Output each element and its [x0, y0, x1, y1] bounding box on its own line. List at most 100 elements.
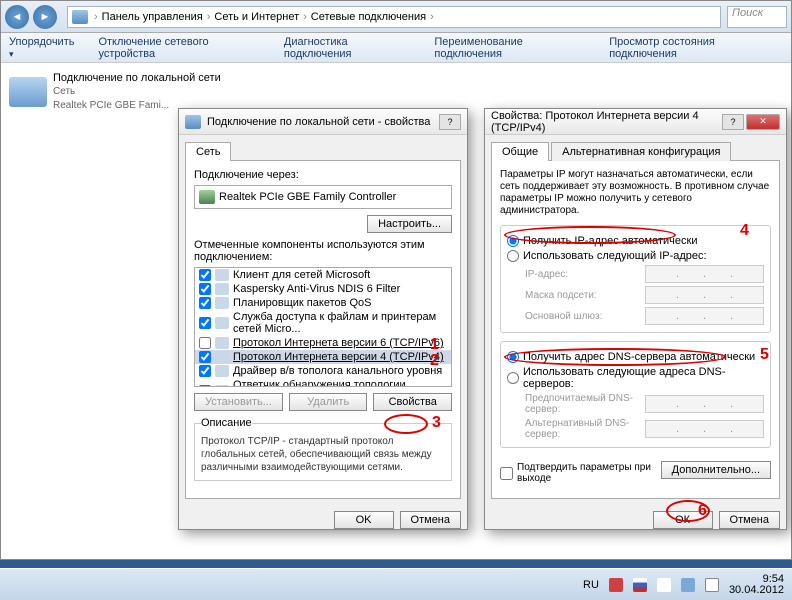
component-icon — [215, 351, 229, 363]
component-icon — [215, 365, 229, 377]
dns1-field: ... — [645, 395, 764, 413]
subnet-mask-field: ... — [645, 286, 764, 304]
help-button[interactable]: ? — [722, 114, 744, 130]
time: 9:54 — [729, 574, 784, 585]
toolbar-diagnose[interactable]: Диагностика подключения — [284, 36, 417, 60]
dialog-title: Свойства: Протокол Интернета версии 4 (T… — [491, 110, 722, 134]
advanced-button[interactable]: Дополнительно... — [661, 461, 771, 479]
cancel-button[interactable]: Отмена — [400, 511, 461, 529]
ok-button[interactable]: ОК — [653, 511, 713, 529]
component-checkbox[interactable] — [199, 269, 211, 281]
dns-group: Получить адрес DNS-сервера автоматически… — [500, 341, 771, 448]
gateway-label: Основной шлюз: — [525, 311, 645, 322]
dns2-field: ... — [645, 420, 764, 438]
component-icon — [215, 385, 229, 387]
ip-group: Получить IP-адрес автоматически Использо… — [500, 225, 771, 333]
tray-icon[interactable] — [657, 578, 671, 592]
connection-item[interactable]: Подключение по локальной сети Сеть Realt… — [9, 71, 783, 113]
help-button[interactable]: ? — [439, 114, 461, 130]
validate-checkbox[interactable] — [500, 467, 513, 480]
language-indicator[interactable]: RU — [583, 579, 599, 591]
install-button[interactable]: Установить... — [194, 393, 283, 411]
tab-alternate[interactable]: Альтернативная конфигурация — [551, 142, 731, 161]
description-heading: Описание — [201, 417, 252, 429]
taskbar[interactable]: RU 9:54 30.04.2012 — [0, 568, 792, 600]
list-item: Служба доступа к файлам и принтерам сете… — [195, 310, 451, 336]
dns2-label: Альтернативный DNS-сервер: — [525, 418, 645, 440]
radio-dns-auto[interactable] — [507, 351, 519, 363]
component-checkbox[interactable] — [199, 365, 211, 377]
component-icon — [215, 283, 229, 295]
ip-address-field: ... — [645, 265, 764, 283]
list-item: Ответчик обнаружения топологии канальног… — [195, 378, 451, 387]
nic-icon — [199, 190, 215, 204]
uninstall-button[interactable]: Удалить — [289, 393, 368, 411]
configure-button[interactable]: Настроить... — [367, 215, 452, 233]
component-checkbox[interactable] — [199, 283, 211, 295]
ok-button[interactable]: OK — [334, 511, 394, 529]
nav-bar: ◄ ► › Панель управления › Сеть и Интерне… — [1, 1, 791, 33]
gateway-field: ... — [645, 307, 764, 325]
component-checkbox[interactable] — [199, 297, 211, 309]
adapter-field: Realtek PCIe GBE Family Controller — [194, 185, 452, 209]
search-input[interactable]: Поиск — [727, 6, 787, 28]
volume-icon[interactable] — [705, 578, 719, 592]
component-icon — [215, 297, 229, 309]
close-button[interactable]: ✕ — [746, 114, 780, 130]
adapter-name: Realtek PCIe GBE Family Controller — [219, 191, 396, 203]
breadcrumb-part[interactable]: Панель управления — [102, 11, 203, 23]
component-checkbox[interactable] — [199, 351, 211, 363]
component-icon — [215, 269, 229, 281]
toolbar-disable[interactable]: Отключение сетевого устройства — [98, 36, 265, 60]
list-item-selected: Протокол Интернета версии 4 (TCP/IPv4) — [195, 350, 451, 364]
forward-button[interactable]: ► — [33, 5, 57, 29]
dialog-title: Подключение по локальной сети - свойства — [207, 116, 439, 128]
radio-dns-manual[interactable] — [507, 372, 519, 384]
radio-ip-manual[interactable] — [507, 250, 519, 262]
network-icon — [9, 77, 47, 107]
radio-ip-auto[interactable] — [507, 235, 519, 247]
list-item: Kaspersky Anti-Virus NDIS 6 Filter — [195, 282, 451, 296]
connection-category: Сеть — [53, 85, 221, 99]
tab-network[interactable]: Сеть — [185, 142, 231, 161]
connection-name: Подключение по локальной сети — [53, 71, 221, 85]
list-item: Планировщик пакетов QoS — [195, 296, 451, 310]
properties-button[interactable]: Свойства — [373, 393, 452, 411]
clock[interactable]: 9:54 30.04.2012 — [729, 574, 784, 596]
breadcrumb-part[interactable]: Сеть и Интернет — [214, 11, 299, 23]
info-text: Параметры IP могут назначаться автоматич… — [500, 169, 771, 217]
description-group: Описание Протокол TCP/IP - стандартный п… — [194, 417, 452, 481]
breadcrumb[interactable]: › Панель управления › Сеть и Интернет › … — [67, 6, 721, 28]
subnet-mask-label: Маска подсети: — [525, 290, 645, 301]
tray-icon[interactable] — [609, 578, 623, 592]
dns1-label: Предпочитаемый DNS-сервер: — [525, 393, 645, 415]
network-tray-icon[interactable] — [681, 578, 695, 592]
network-icon — [185, 115, 201, 129]
components-label: Отмеченные компоненты используются этим … — [194, 239, 452, 263]
component-checkbox[interactable] — [199, 317, 211, 329]
toolbar: Упорядочить Отключение сетевого устройст… — [1, 33, 791, 63]
list-item: Драйвер в/в тополога канального уровня — [195, 364, 451, 378]
component-icon — [215, 337, 229, 349]
connection-properties-dialog: Подключение по локальной сети - свойства… — [178, 108, 468, 530]
component-checkbox[interactable] — [199, 337, 211, 349]
ip-address-label: IP-адрес: — [525, 269, 645, 280]
components-list[interactable]: Клиент для сетей Microsoft Kaspersky Ant… — [194, 267, 452, 387]
component-icon — [215, 317, 229, 329]
cancel-button[interactable]: Отмена — [719, 511, 780, 529]
toolbar-organize[interactable]: Упорядочить — [9, 36, 80, 60]
control-panel-icon — [72, 10, 88, 24]
breadcrumb-part[interactable]: Сетевые подключения — [311, 11, 426, 23]
titlebar[interactable]: Свойства: Протокол Интернета версии 4 (T… — [485, 109, 786, 135]
list-item: Клиент для сетей Microsoft — [195, 268, 451, 282]
date: 30.04.2012 — [729, 585, 784, 596]
component-checkbox[interactable] — [199, 385, 211, 387]
toolbar-rename[interactable]: Переименование подключения — [434, 36, 591, 60]
tab-general[interactable]: Общие — [491, 142, 549, 161]
back-button[interactable]: ◄ — [5, 5, 29, 29]
toolbar-status[interactable]: Просмотр состояния подключения — [609, 36, 783, 60]
ipv4-properties-dialog: Свойства: Протокол Интернета версии 4 (T… — [484, 108, 787, 530]
list-item: Протокол Интернета версии 6 (TCP/IPv6) — [195, 336, 451, 350]
titlebar[interactable]: Подключение по локальной сети - свойства… — [179, 109, 467, 135]
flag-icon[interactable] — [633, 578, 647, 592]
